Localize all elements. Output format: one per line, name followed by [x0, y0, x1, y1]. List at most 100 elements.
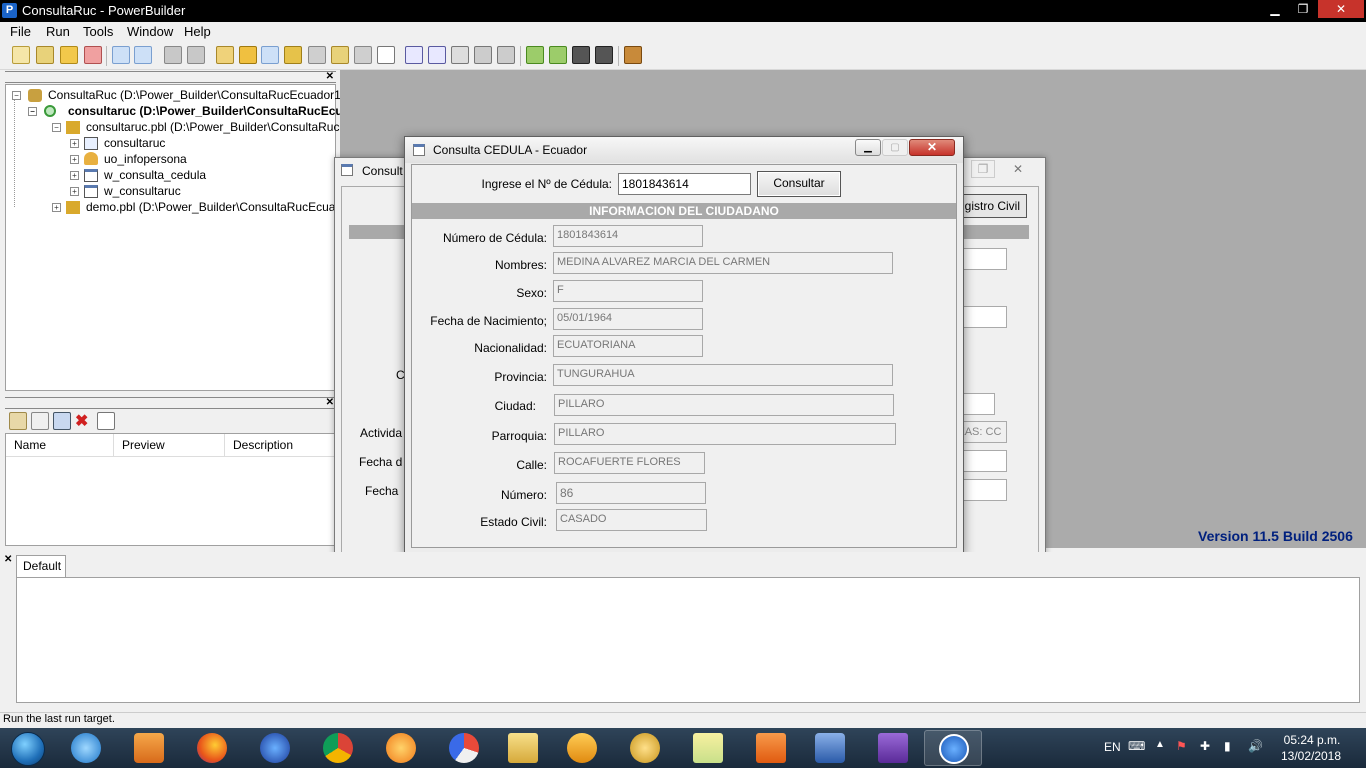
binary2-icon[interactable] — [428, 46, 446, 64]
collapse-icon[interactable]: − — [28, 107, 37, 116]
clock-date[interactable]: 13/02/2018 — [1280, 749, 1342, 763]
estado-civil-field[interactable]: CASADO — [556, 509, 707, 531]
taskbar-visual-studio[interactable] — [864, 730, 922, 766]
collapse-icon[interactable]: − — [52, 123, 61, 132]
close-icon[interactable]: ✕ — [909, 139, 955, 156]
properties-icon[interactable] — [261, 46, 279, 64]
library-painter-icon[interactable] — [187, 46, 205, 64]
expand-icon[interactable]: + — [70, 139, 79, 148]
database-icon[interactable] — [308, 46, 326, 64]
paste-icon[interactable] — [9, 412, 27, 430]
expand-icon[interactable]: + — [70, 155, 79, 164]
script-icon[interactable] — [216, 46, 234, 64]
deploy-icon[interactable] — [451, 46, 469, 64]
tab-default[interactable]: Default — [16, 555, 66, 577]
taskbar-app2[interactable] — [435, 730, 493, 766]
output-icon[interactable] — [134, 46, 152, 64]
minimize-icon[interactable]: ▁ — [1262, 0, 1288, 18]
taskbar-firefox-dev[interactable] — [246, 730, 304, 766]
taskbar-app[interactable] — [372, 730, 430, 766]
cedula-input[interactable] — [618, 173, 751, 195]
edit-icon[interactable] — [97, 412, 115, 430]
maximize-icon[interactable]: ▢ — [882, 139, 908, 156]
sexo-field[interactable]: F — [553, 280, 703, 302]
close-icon[interactable]: ✕ — [1003, 160, 1033, 178]
delete-icon[interactable]: ✖ — [75, 411, 88, 431]
debug-icon[interactable] — [526, 46, 544, 64]
taskbar-app3[interactable] — [553, 730, 611, 766]
network-alert-icon[interactable]: ✚ — [1200, 739, 1210, 753]
nombres-field[interactable]: MEDINA ALVAREZ MARCIA DEL CARMEN — [553, 252, 893, 274]
expand-icon[interactable]: + — [70, 171, 79, 180]
consultar-button[interactable]: Consultar — [757, 171, 841, 197]
close-icon[interactable]: ✕ — [4, 554, 12, 565]
taskbar-powerbuilder[interactable] — [924, 730, 982, 766]
copy-icon[interactable] — [31, 412, 49, 430]
tray-arrow-icon[interactable]: ▲ — [1155, 739, 1165, 750]
provincia-field[interactable]: TUNGURAHUA — [553, 364, 893, 386]
maximize-icon[interactable]: ❐ — [1290, 0, 1316, 18]
taskbar-notes[interactable] — [679, 730, 737, 766]
expand-icon[interactable]: + — [70, 187, 79, 196]
rebuild-icon[interactable] — [497, 46, 515, 64]
column-name[interactable]: Name — [6, 434, 114, 456]
column-description[interactable]: Description — [225, 434, 336, 456]
taskbar-pdf[interactable] — [742, 730, 800, 766]
profile-icon[interactable] — [331, 46, 349, 64]
run-app-icon[interactable] — [84, 46, 102, 64]
taskbar-explorer[interactable] — [494, 730, 552, 766]
maximize-icon[interactable]: ❐ — [971, 160, 995, 178]
system-tree-icon[interactable] — [112, 46, 130, 64]
run-icon[interactable] — [572, 46, 590, 64]
close-icon[interactable]: ✕ — [326, 71, 334, 82]
library-icon[interactable] — [164, 46, 182, 64]
taskbar-ie[interactable] — [57, 730, 115, 766]
keyboard-icon[interactable]: ⌨ — [1128, 739, 1145, 753]
collapse-icon[interactable]: − — [12, 91, 21, 100]
nacionalidad-field[interactable]: ECUATORIANA — [553, 335, 703, 357]
exit-icon[interactable] — [624, 46, 642, 64]
ciudad-field[interactable]: PILLARO — [554, 394, 894, 416]
taskbar-chrome[interactable] — [309, 730, 367, 766]
language-indicator[interactable]: EN — [1104, 740, 1121, 754]
close-icon[interactable]: ✕ — [326, 397, 334, 408]
select-run-icon[interactable] — [595, 46, 613, 64]
parroquia-field[interactable]: PILLARO — [554, 423, 896, 445]
calle-field[interactable]: ROCAFUERTE FLORES — [554, 452, 705, 474]
volume-icon[interactable]: 🔊 — [1248, 739, 1263, 753]
menu-help[interactable]: Help — [184, 24, 211, 39]
signal-icon[interactable]: ▮ — [1224, 739, 1231, 753]
start-button[interactable] — [4, 729, 52, 767]
menu-tools[interactable]: Tools — [83, 24, 113, 39]
edit-icon[interactable] — [377, 46, 395, 64]
notes-icon — [693, 733, 723, 763]
taskbar-firefox[interactable] — [183, 730, 241, 766]
numero-field[interactable]: 86 — [556, 482, 706, 504]
object-icon[interactable] — [239, 46, 257, 64]
layout-icon[interactable] — [284, 46, 302, 64]
taskbar-pb[interactable] — [801, 730, 859, 766]
close-icon[interactable]: ✕ — [1318, 0, 1364, 18]
expand-icon[interactable]: + — [52, 203, 61, 212]
clock-time[interactable]: 05:24 p.m. — [1282, 733, 1342, 747]
firefox-developer-icon — [260, 733, 290, 763]
output-content[interactable] — [16, 577, 1360, 703]
inherit-icon[interactable] — [36, 46, 54, 64]
menu-file[interactable]: File — [10, 24, 31, 39]
taskbar-app4[interactable] — [616, 730, 674, 766]
taskbar-media[interactable] — [120, 730, 178, 766]
column-preview[interactable]: Preview — [114, 434, 225, 456]
minimize-icon[interactable]: ▁ — [855, 139, 881, 156]
build-icon[interactable] — [474, 46, 492, 64]
new-icon[interactable] — [12, 46, 30, 64]
open-icon[interactable] — [60, 46, 78, 64]
menu-window[interactable]: Window — [127, 24, 173, 39]
move-icon[interactable] — [53, 412, 71, 430]
fecha-nacimiento-field[interactable]: 05/01/1964 — [553, 308, 703, 330]
db-painter-icon[interactable] — [354, 46, 372, 64]
flag-icon[interactable]: ⚑ — [1176, 739, 1187, 753]
binary-icon[interactable] — [405, 46, 423, 64]
numero-cedula-field[interactable]: 1801843614 — [553, 225, 703, 247]
menu-run[interactable]: Run — [46, 24, 70, 39]
select-debug-icon[interactable] — [549, 46, 567, 64]
